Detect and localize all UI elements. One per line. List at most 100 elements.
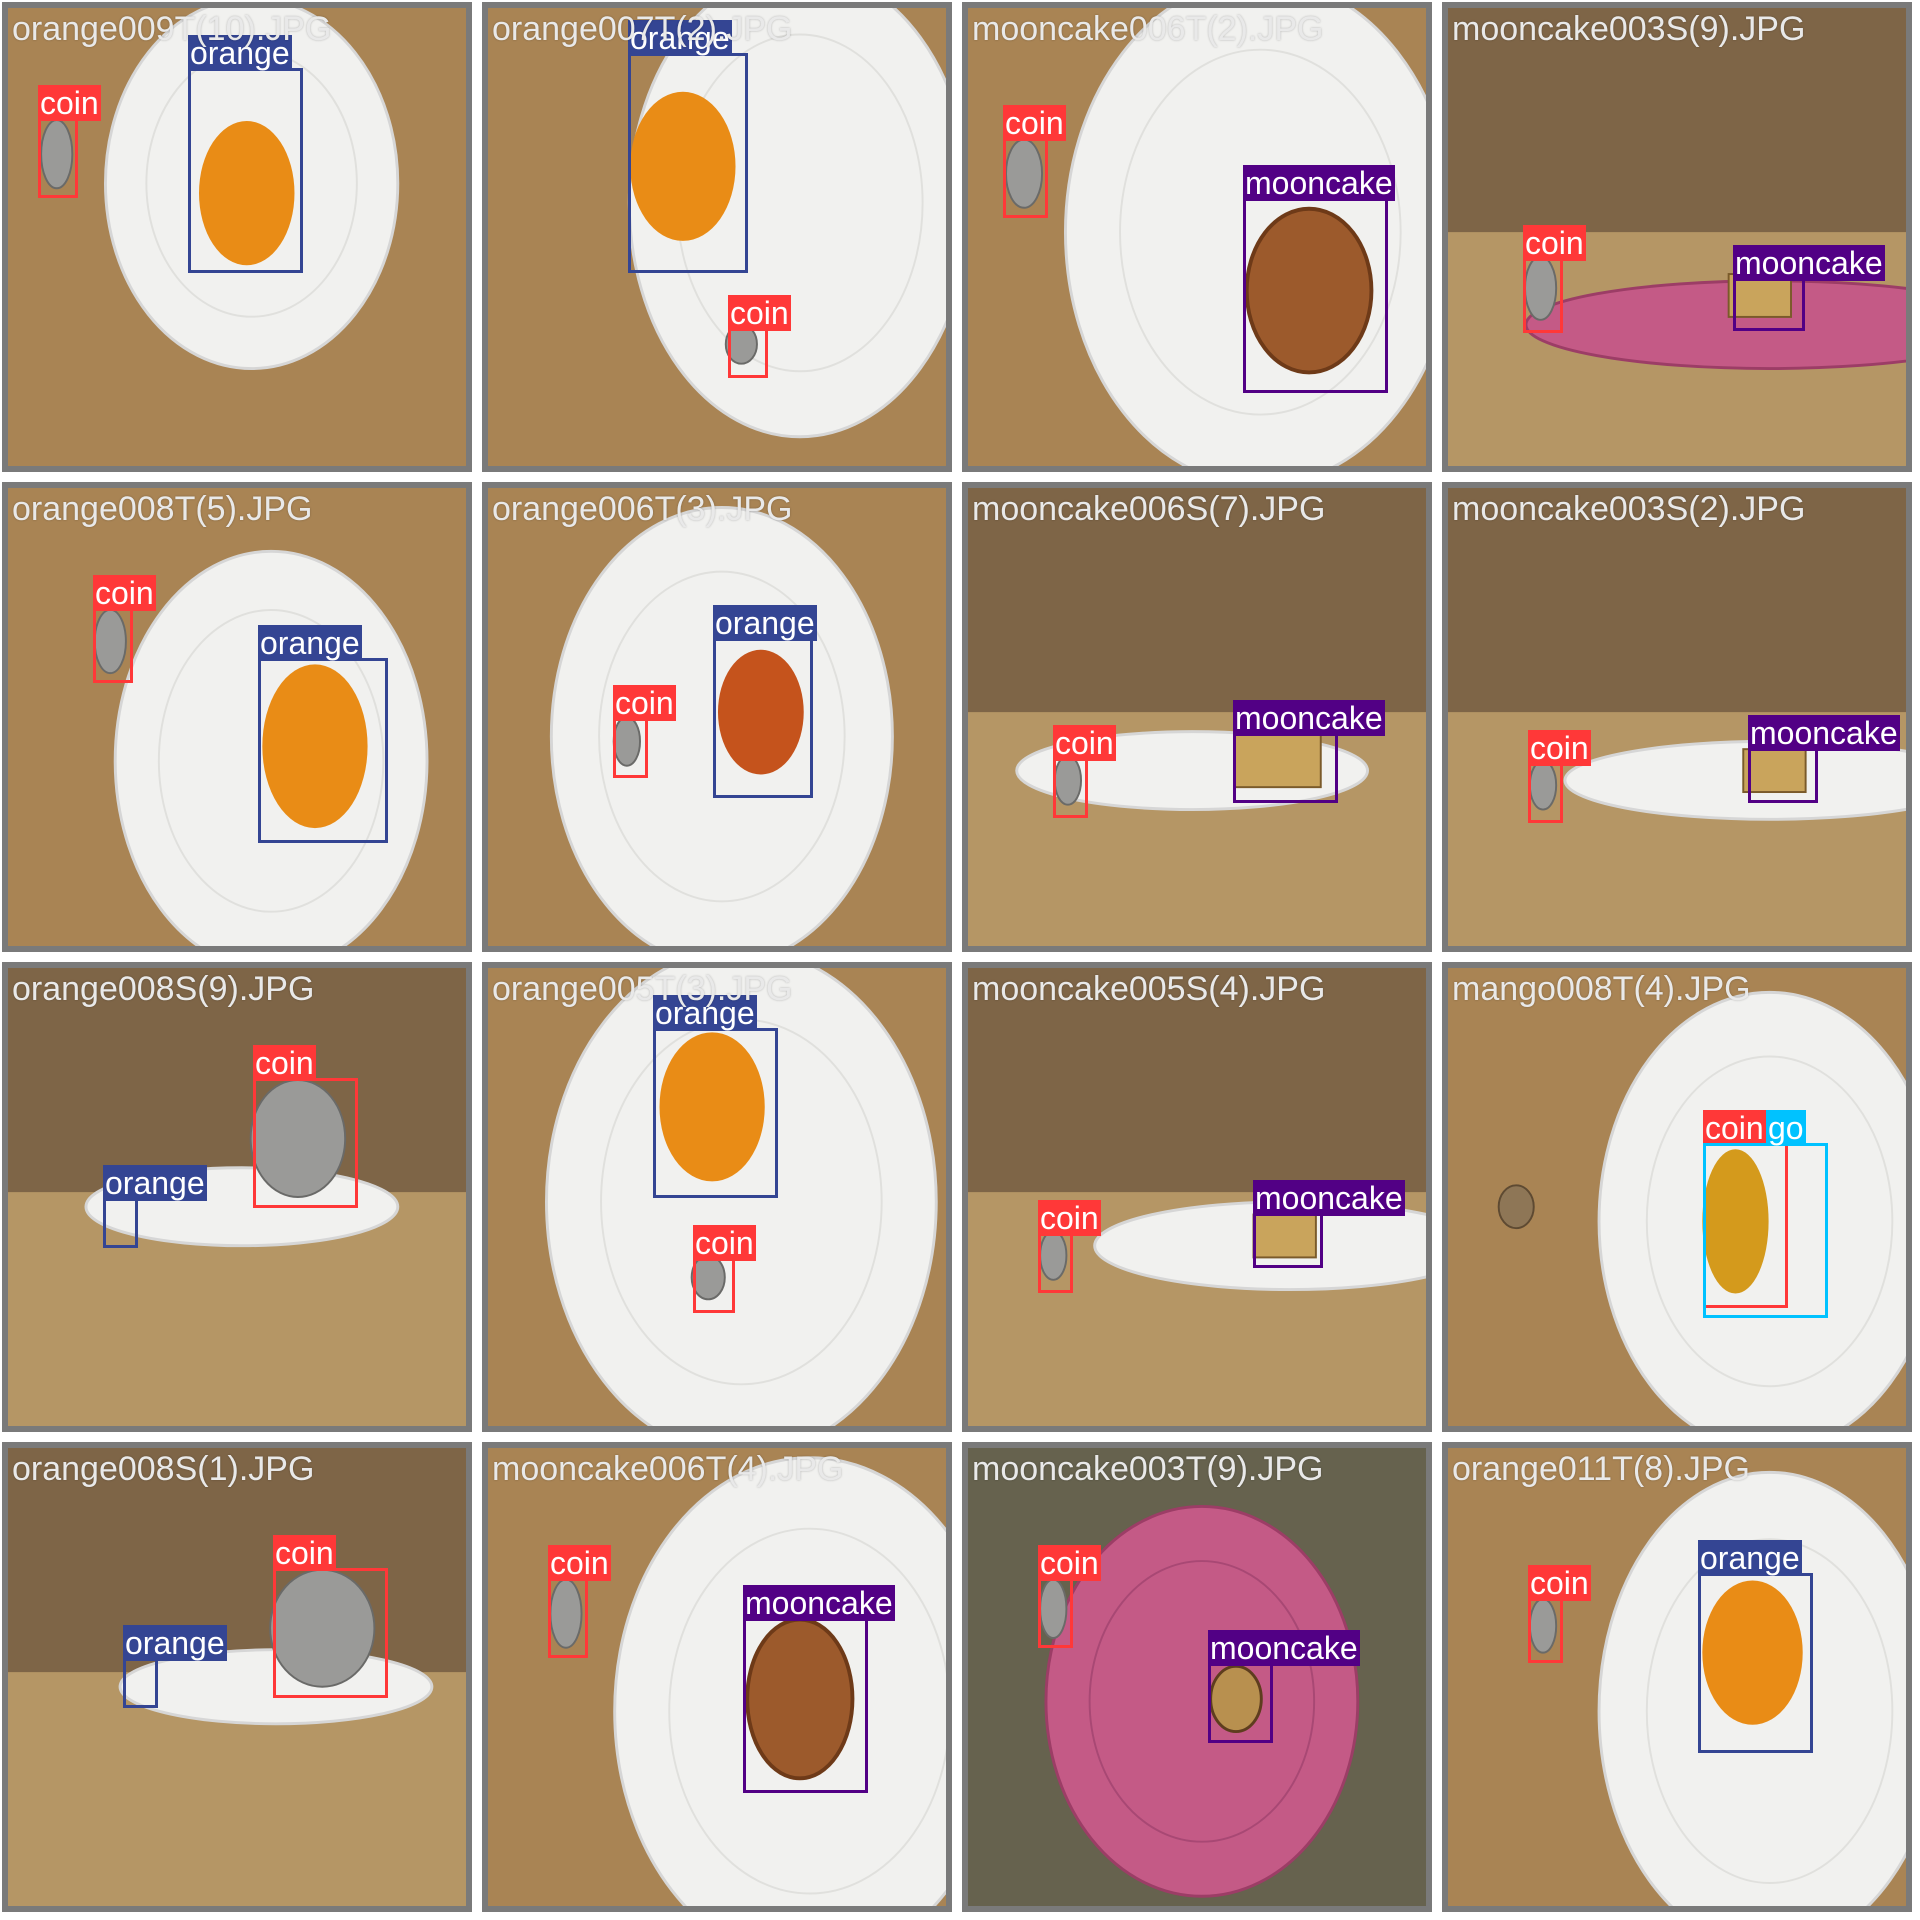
detection-box-coin: coin (1528, 1565, 1591, 1663)
detection-box-coin: coin (1003, 105, 1066, 218)
detection-box-coin: coin (1038, 1200, 1101, 1293)
image-filename: mooncake006T(2).JPG (972, 10, 1324, 48)
detection-label: mooncake (1208, 1630, 1360, 1666)
detection-label: orange (1698, 1540, 1802, 1576)
scene-photo (488, 1448, 946, 1906)
detection-label: orange (123, 1625, 227, 1661)
detection-label: coin (1523, 225, 1586, 261)
scene-photo (1448, 968, 1906, 1426)
detection-label: go (1766, 1110, 1806, 1146)
detection-box-coin: coin (728, 295, 791, 378)
scene-photo (1448, 8, 1906, 466)
image-filename: mooncake003S(9).JPG (1452, 10, 1806, 48)
detection-label: mooncake (1253, 1180, 1405, 1216)
image-filename: orange007T(2).JPG (492, 10, 793, 48)
image-filename: mooncake003T(9).JPG (972, 1450, 1324, 1488)
detection-box-mooncake: mooncake (1233, 700, 1385, 803)
detection-box-orange: orange (258, 625, 388, 843)
image-filename: mooncake006S(7).JPG (972, 490, 1326, 528)
detection-label: mooncake (1233, 700, 1385, 736)
image-filename: mooncake003S(2).JPG (1452, 490, 1806, 528)
mosaic-tile: mooncake005S(4).JPG coin mooncake (962, 962, 1432, 1432)
detection-label: coin (1053, 725, 1116, 761)
detection-box-orange: orange (123, 1625, 227, 1708)
detection-box-mooncake: mooncake (743, 1585, 895, 1793)
detection-label: mooncake (1748, 715, 1900, 751)
detection-box-orange: orange (713, 605, 817, 798)
mosaic-tile: mooncake003S(9).JPG coin mooncake (1442, 2, 1912, 472)
image-filename: mango008T(4).JPG (1452, 970, 1751, 1008)
detection-box-orange: orange (653, 995, 778, 1198)
mosaic-tile: orange005T(3).JPG orange coin (482, 962, 952, 1432)
mosaic-tile: mooncake003T(9).JPG coin mooncake (962, 1442, 1432, 1912)
detection-label: mooncake (1243, 165, 1395, 201)
image-filename: orange008T(5).JPG (12, 490, 313, 528)
mosaic-tile: orange008T(5).JPG coin orange (2, 482, 472, 952)
detection-label: coin (1003, 105, 1066, 141)
detection-box-coin: coin (1038, 1545, 1101, 1648)
detection-box-coin: coin (613, 685, 676, 778)
scene-photo (8, 968, 466, 1426)
mosaic-tile: mooncake006T(2).JPG coin mooncake (962, 2, 1432, 472)
mosaic-tile: orange006T(3).JPG coin orange (482, 482, 952, 952)
detection-label: coin (38, 85, 101, 121)
detection-box-orange: orange (103, 1165, 207, 1248)
detection-label: coin (1528, 1565, 1591, 1601)
detection-box-mooncake: mooncake (1243, 165, 1395, 393)
coin-object (1497, 1184, 1535, 1230)
detection-box-coin: coin (1053, 725, 1116, 818)
detection-box-coin: coin (1523, 225, 1586, 333)
image-filename: orange008S(9).JPG (12, 970, 315, 1008)
detection-box-coin: coin (38, 85, 101, 198)
scene-photo (8, 1448, 466, 1906)
mosaic-tile: orange007T(2).JPG orange coin (482, 2, 952, 472)
detection-box-coin: coin (548, 1545, 611, 1658)
detection-label: coin (1038, 1545, 1101, 1581)
mosaic-tile: orange009T(10).JPG coin orange (2, 2, 472, 472)
detection-label: coin (1038, 1200, 1101, 1236)
detection-label: coin (93, 575, 156, 611)
white-plate (1563, 739, 1906, 821)
detection-box-mooncake: mooncake (1748, 715, 1900, 803)
detection-box-coin: coin (273, 1535, 388, 1698)
detection-label: mooncake (743, 1585, 895, 1621)
detection-label: coin (253, 1045, 316, 1081)
detection-box-mooncake: mooncake (1253, 1180, 1405, 1268)
mosaic-tile: mooncake006T(4).JPG coin mooncake (482, 1442, 952, 1912)
detection-box-orange: orange (628, 20, 748, 273)
detection-label: orange (258, 625, 362, 661)
detection-label: orange (103, 1165, 207, 1201)
detection-label: coin (693, 1225, 756, 1261)
detection-box-mooncake: mooncake (1208, 1630, 1360, 1743)
detection-label: coin (273, 1535, 336, 1571)
detection-label: mooncake (1733, 245, 1885, 281)
image-filename: orange006T(3).JPG (492, 490, 793, 528)
detection-box-orange: orange (188, 35, 303, 273)
image-filename: mooncake006T(4).JPG (492, 1450, 844, 1488)
image-filename: orange011T(8).JPG (1452, 1450, 1750, 1488)
detection-label: coin (1703, 1110, 1766, 1146)
detection-box-mooncake: mooncake (1733, 245, 1885, 331)
detection-box-orange: orange (1698, 1540, 1813, 1753)
mosaic-tile: orange008S(1).JPG orange coin (2, 1442, 472, 1912)
image-filename: orange009T(10).JPG (12, 10, 332, 48)
detection-box-coin: coin (693, 1225, 756, 1313)
detection-label: coin (1528, 730, 1591, 766)
detection-mosaic: orange009T(10).JPG coin orange orange007T(2… (0, 0, 1920, 1920)
detection-box-coin: coin (1528, 730, 1591, 823)
mosaic-tile: mango008T(4).JPG coin go (1442, 962, 1912, 1432)
image-filename: orange005T(3).JPG (492, 970, 793, 1008)
detection-label: coin (548, 1545, 611, 1581)
scene-photo (8, 488, 466, 946)
detection-label: orange (713, 605, 817, 641)
mosaic-tile: mooncake003S(2).JPG coin mooncake (1442, 482, 1912, 952)
detection-box-coin: coin (93, 575, 156, 683)
detection-box-coin: coin (253, 1045, 358, 1208)
detection-label: coin (728, 295, 791, 331)
mosaic-tile: orange008S(9).JPG orange coin (2, 962, 472, 1432)
mosaic-tile: mooncake006S(7).JPG coin mooncake (962, 482, 1432, 952)
image-filename: orange008S(1).JPG (12, 1450, 315, 1488)
detection-box-mango: go (1703, 1110, 1828, 1318)
detection-label: coin (613, 685, 676, 721)
scene-photo (968, 1448, 1426, 1906)
